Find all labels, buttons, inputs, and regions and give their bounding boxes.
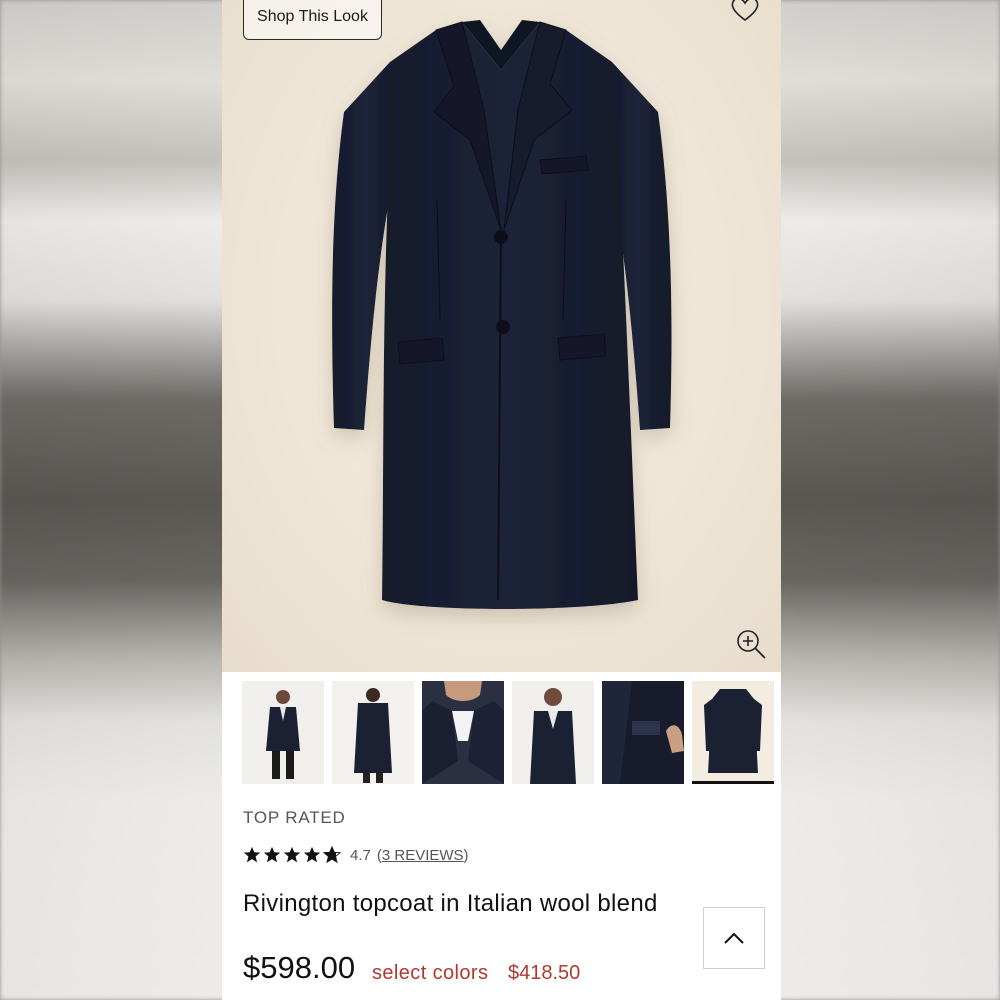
chevron-up-icon <box>724 932 744 944</box>
heart-icon <box>731 0 759 21</box>
reviews-close-paren: ) <box>463 846 469 864</box>
zoom-in-icon <box>737 630 766 659</box>
sale-price: $418.50 <box>508 962 581 984</box>
rating-value: 4.7 <box>350 846 371 864</box>
sale-label: select colors <box>372 962 489 984</box>
star-icon <box>283 846 301 863</box>
star-icon <box>303 846 321 863</box>
zoom-button[interactable] <box>734 627 768 661</box>
product-page: Shop This Look TOP RATED 4.7 (3 REVIEWS)… <box>222 0 781 1000</box>
coat-image <box>332 20 672 609</box>
thumbnail-interior-label-detail[interactable] <box>602 681 684 784</box>
product-hero-image[interactable]: Shop This Look <box>222 0 781 672</box>
product-title: Rivington topcoat in Italian wool blend <box>243 890 658 917</box>
thumbnail-model-front-close[interactable] <box>512 681 594 784</box>
top-rated-badge: TOP RATED <box>243 808 346 827</box>
thumbnail-model-back[interactable] <box>332 681 414 784</box>
scroll-to-top-button[interactable] <box>703 907 765 969</box>
product-price: $598.00 <box>243 950 356 985</box>
star-icon-partial <box>323 846 341 864</box>
star-icon <box>263 846 281 863</box>
thumbnail-flat-lay-coat[interactable] <box>692 681 774 784</box>
shop-this-look-button[interactable]: Shop This Look <box>243 0 382 40</box>
star-rating <box>243 846 341 864</box>
rating-row: 4.7 (3 REVIEWS) <box>243 843 469 867</box>
thumbnail-strip <box>222 681 781 785</box>
star-icon <box>243 846 261 863</box>
thumbnail-model-collar-closeup[interactable] <box>422 681 504 784</box>
reviews-link[interactable]: 3 REVIEWS <box>382 847 464 864</box>
reviews-count: (3 REVIEWS) <box>377 847 469 864</box>
shop-this-look-label: Shop This Look <box>257 8 368 25</box>
wishlist-button[interactable] <box>728 0 762 24</box>
thumbnail-model-full-front[interactable] <box>242 681 324 784</box>
